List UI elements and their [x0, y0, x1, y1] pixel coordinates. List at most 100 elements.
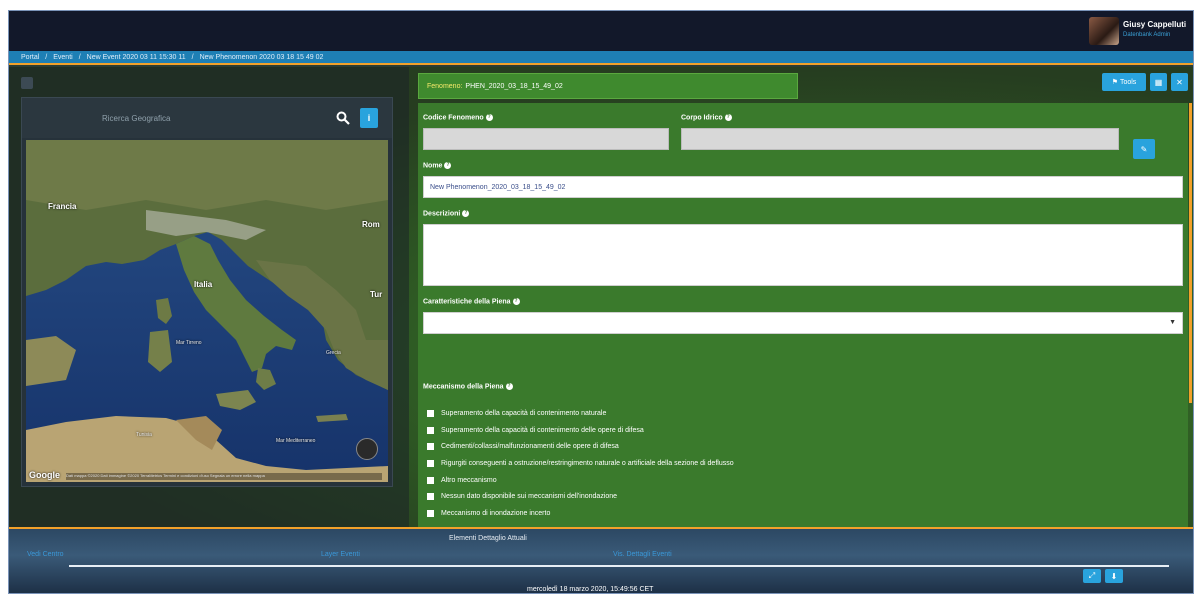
- active-layers-title: Elementi Dettaglio Attuali: [449, 535, 527, 542]
- codice-label-text: Codice Fenomeno: [423, 114, 484, 122]
- checkbox[interactable]: [427, 426, 434, 434]
- checkbox[interactable]: [427, 493, 434, 501]
- grid-icon: ▦: [1154, 77, 1163, 87]
- center-view-link[interactable]: Vedi Centro: [27, 551, 64, 558]
- breadcrumb-item-events[interactable]: Eventi: [53, 54, 72, 61]
- nome-label: Nome?: [423, 162, 452, 170]
- street-view-icon[interactable]: [356, 438, 378, 460]
- event-details-link[interactable]: Vis. Dettagli Eventi: [613, 551, 672, 558]
- phenomenon-id: PHEN_2020_03_18_15_49_02: [465, 82, 563, 90]
- avatar[interactable]: [1089, 17, 1119, 45]
- mechanism-option[interactable]: Superamento della capacità di contenimen…: [427, 405, 1127, 422]
- download-icon: ⬇: [1110, 571, 1118, 581]
- map-label-turkey: Tur: [370, 290, 383, 299]
- edit-icon: ✎: [1140, 144, 1148, 154]
- breadcrumb-separator: /: [78, 53, 81, 61]
- tools-button[interactable]: ⚑ Tools: [1102, 73, 1146, 91]
- help-icon[interactable]: ?: [505, 383, 513, 390]
- breadcrumb-item-phenomenon: New Phenomenon 2020 03 18 15 49 02: [199, 53, 324, 61]
- user-name[interactable]: Giusy Cappelluti: [1123, 20, 1187, 29]
- map-view[interactable]: Francia Italia Rom Tur Grecia Mar Tirren…: [26, 140, 388, 482]
- map-label-italy: Italia: [194, 280, 213, 289]
- map-label-tunisia: Tunisia: [136, 432, 152, 438]
- codice-label: Codice Fenomeno?: [423, 114, 493, 121]
- map-terrain: [26, 140, 388, 482]
- event-layer-link[interactable]: Layer Eventi: [321, 551, 360, 558]
- breadcrumb-separator: /: [191, 53, 194, 61]
- checkbox[interactable]: [427, 443, 434, 451]
- map-label-romania: Rom: [362, 220, 380, 229]
- checkbox[interactable]: [427, 459, 434, 467]
- mechanism-label: Cedimenti/collassi/malfunzionamenti dell…: [441, 443, 619, 451]
- tools-label: Tools: [1119, 78, 1137, 86]
- mechanism-option[interactable]: Altro meccanismo: [427, 472, 1127, 489]
- help-icon[interactable]: ?: [485, 114, 493, 121]
- descrizione-label-text: Descrizioni: [423, 210, 461, 218]
- mechanism-option[interactable]: Meccanismo di inondazione incerto: [427, 505, 1127, 522]
- mechanism-label: Rigurgiti conseguenti a ostruzione/restr…: [441, 459, 734, 467]
- geo-search-input[interactable]: [102, 108, 252, 128]
- caratteristiche-label-text: Caratteristiche della Piena: [423, 298, 511, 306]
- timeline[interactable]: [69, 565, 1169, 567]
- bottom-panel: Elementi Dettaglio Attuali Vedi Centro L…: [9, 527, 1193, 593]
- breadcrumb: Portal / Eventi / New Event 2020 03 11 1…: [9, 51, 1193, 65]
- caratteristiche-label: Caratteristiche della Piena?: [423, 298, 520, 305]
- nome-input[interactable]: New Phenomenon_2020_03_18_15_49_02: [423, 176, 1183, 198]
- google-logo: Google: [29, 470, 60, 480]
- mechanism-label: Superamento della capacità di contenimen…: [441, 409, 607, 417]
- map-attribution[interactable]: Dati mappa ©2020 Dati immagine ©2020 Ter…: [66, 473, 382, 480]
- expand-icon: ⤢: [1088, 571, 1096, 580]
- codice-field: [423, 128, 669, 150]
- meccanismo-label: Meccanismo della Piena?: [423, 383, 513, 390]
- mechanism-option[interactable]: Nessun dato disponibile sui meccanismi d…: [427, 488, 1127, 505]
- map-label-france: Francia: [48, 202, 77, 211]
- mechanism-option[interactable]: Rigurgiti conseguenti a ostruzione/restr…: [427, 455, 1127, 472]
- mechanism-label: Nessun dato disponibile sui meccanismi d…: [441, 493, 618, 501]
- breadcrumb-separator: /: [45, 53, 48, 61]
- breadcrumb-item-event[interactable]: New Event 2020 03 11 15:30 11: [87, 54, 186, 61]
- help-icon[interactable]: ?: [444, 162, 452, 169]
- checkbox[interactable]: [427, 409, 434, 417]
- close-icon: ✕: [1176, 77, 1183, 87]
- corpo-idrico-field: [681, 128, 1119, 150]
- descrizione-textarea[interactable]: [423, 224, 1183, 286]
- chevron-down-icon: ▼: [1169, 319, 1176, 326]
- mechanism-label: Superamento della capacità di contenimen…: [441, 426, 644, 434]
- mechanism-label: Meccanismo di inondazione incerto: [441, 509, 551, 517]
- checkbox[interactable]: [427, 509, 434, 517]
- edit-button[interactable]: ✎: [1133, 139, 1155, 159]
- menu-toggle-button[interactable]: [21, 77, 33, 89]
- phenomenon-header: Fenomeno: PHEN_2020_03_18_15_49_02: [418, 73, 798, 99]
- mechanism-option[interactable]: Cedimenti/collassi/malfunzionamenti dell…: [427, 438, 1127, 455]
- top-bar: Giusy Cappelluti Datenbank Admin: [9, 11, 1193, 51]
- descrizione-label: Descrizioni?: [423, 210, 470, 218]
- help-icon[interactable]: ?: [512, 298, 520, 305]
- caratteristiche-select[interactable]: ▼: [423, 312, 1183, 334]
- breadcrumb-item-portal[interactable]: Portal: [21, 54, 39, 61]
- scrollbar[interactable]: [1189, 103, 1192, 403]
- map-label-mediterranean: Mar Mediterraneo: [276, 438, 316, 444]
- checkbox[interactable]: [427, 476, 434, 484]
- help-icon[interactable]: ?: [462, 210, 470, 217]
- mechanism-label: Altro meccanismo: [441, 476, 497, 484]
- corpo-label-text: Corpo Idrico: [681, 114, 723, 122]
- expand-button[interactable]: ⤢: [1083, 569, 1101, 583]
- app-window: Giusy Cappelluti Datenbank Admin Portal …: [8, 10, 1194, 594]
- close-button[interactable]: ✕: [1171, 73, 1188, 91]
- grid-button[interactable]: ▦: [1150, 73, 1167, 91]
- map-search-bar: i: [22, 98, 392, 138]
- phenomenon-label: Fenomeno:: [427, 82, 463, 90]
- user-role-link[interactable]: Datenbank Admin: [1123, 32, 1171, 38]
- map-label-greece: Grecia: [326, 350, 341, 356]
- info-button[interactable]: i: [360, 108, 378, 128]
- corpo-label: Corpo Idrico?: [681, 114, 732, 121]
- help-icon[interactable]: ?: [724, 114, 732, 121]
- meccanismo-label-text: Meccanismo della Piena: [423, 383, 504, 391]
- date-stamp: mercoledì 18 marzo 2020, 15:49:56 CET: [527, 586, 654, 593]
- nome-label-text: Nome: [423, 162, 443, 170]
- tools-icon: ⚑: [1111, 79, 1118, 86]
- search-icon[interactable]: [336, 111, 350, 125]
- mechanism-option[interactable]: Superamento della capacità di contenimen…: [427, 422, 1127, 439]
- map-panel: i: [21, 97, 393, 487]
- download-button[interactable]: ⬇: [1105, 569, 1123, 583]
